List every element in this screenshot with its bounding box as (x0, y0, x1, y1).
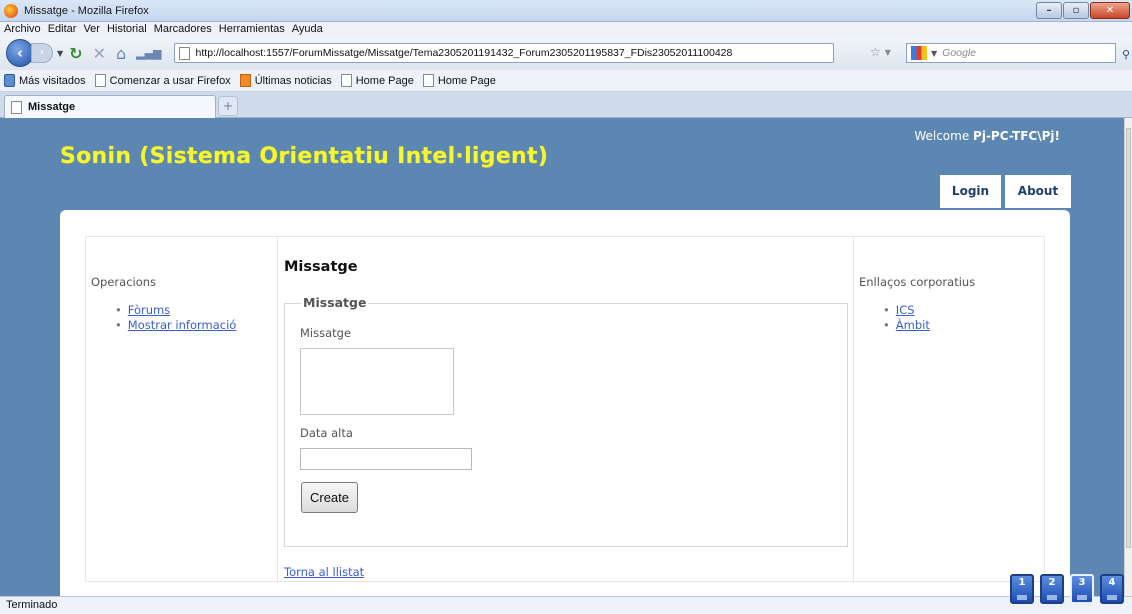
status-text: Terminado (6, 599, 58, 611)
about-link[interactable]: About (1005, 175, 1071, 208)
new-tab-button[interactable]: + (218, 96, 238, 116)
enllacos-heading: Enllaços corporatius (859, 275, 976, 289)
page-icon (178, 46, 190, 60)
bookmark-home-page-2[interactable]: Home Page (422, 74, 496, 87)
search-box[interactable]: ▼ Google (906, 43, 1116, 63)
stop-icon[interactable]: ✕ (93, 44, 106, 63)
menu-archivo[interactable]: Archivo (4, 23, 41, 35)
page-viewport: Welcome Pj-PC-TFC\Pj! Sonin (Sistema Ori… (0, 118, 1124, 596)
address-bar[interactable]: http://localhost:1557/ForumMissatge/Miss… (173, 43, 834, 63)
bookmark-star-area: ☆ ▼ (870, 45, 891, 59)
bookmark-label: Comenzar a usar Firefox (109, 74, 231, 87)
menu-herramientas[interactable]: Herramientas (219, 23, 285, 35)
vertical-scrollbar[interactable] (1124, 118, 1132, 596)
main-column: Missatge Missatge Missatge Data alta Cre… (278, 237, 853, 583)
minimize-button[interactable]: – (1036, 2, 1062, 19)
welcome-prefix: Welcome (914, 129, 974, 143)
google-icon[interactable] (911, 46, 927, 60)
desktop-2-button[interactable]: 2 (1040, 574, 1064, 604)
rss-icon (239, 74, 251, 87)
window-title-bar: Missatge - Mozilla Firefox – ▫ ✕ (0, 0, 1132, 22)
tab-label: Missatge (28, 101, 76, 113)
desktop-4-button[interactable]: 4 (1100, 574, 1124, 604)
list-item: ICS (883, 303, 930, 318)
desktop-switcher: 1 2 3 4 (1010, 574, 1124, 604)
menu-editar[interactable]: Editar (48, 23, 77, 35)
page-icon (340, 74, 352, 87)
desktop-3-button[interactable]: 3 (1070, 574, 1094, 604)
content-grid: Operacions Fòrums Mostrar informació Mis… (85, 236, 1045, 583)
window-title: Missatge - Mozilla Firefox (24, 4, 149, 17)
reload-icon[interactable]: ↻ (69, 44, 82, 63)
tab-missatge[interactable]: Missatge (4, 95, 216, 118)
bookmark-home-page-1[interactable]: Home Page (340, 74, 414, 87)
operacions-list: Fòrums Mostrar informació (115, 303, 237, 333)
operacions-heading: Operacions (91, 275, 157, 289)
right-sidebar: Enllaços corporatius ICS Àmbit (853, 237, 1045, 583)
bookmark-comenzar[interactable]: Comenzar a usar Firefox (94, 74, 231, 87)
menu-ayuda[interactable]: Ayuda (292, 23, 323, 35)
welcome-suffix: ! (1054, 129, 1060, 143)
search-engine-dropdown-icon[interactable]: ▼ (931, 49, 937, 58)
left-sidebar: Operacions Fòrums Mostrar informació (86, 237, 278, 583)
page-title: Missatge (284, 259, 358, 275)
menu-ver[interactable]: Ver (83, 23, 100, 35)
missatge-label: Missatge (300, 326, 352, 340)
status-bar: Terminado (0, 596, 1132, 614)
window-controls: – ▫ ✕ (1036, 2, 1130, 19)
missatge-fieldset: Missatge Missatge Data alta Create (284, 295, 848, 547)
maximize-button[interactable]: ▫ (1063, 2, 1089, 19)
menu-bar: Archivo Editar Ver Historial Marcadores … (0, 22, 1132, 36)
mostrar-informacio-link[interactable]: Mostrar informació (128, 318, 237, 332)
search-icon[interactable]: ⚲ (1122, 48, 1130, 61)
close-button[interactable]: ✕ (1090, 2, 1130, 19)
scrollbar-thumb[interactable] (1126, 128, 1131, 548)
page-icon (11, 100, 22, 114)
list-item: Fòrums (115, 303, 236, 318)
signal-bars-icon: ▂▄▆ (136, 46, 162, 60)
enllacos-list: ICS Àmbit (883, 303, 930, 333)
search-placeholder[interactable]: Google (942, 47, 976, 59)
ics-link[interactable]: ICS (896, 303, 915, 317)
bookmark-label: Home Page (437, 74, 496, 87)
welcome-message: Welcome Pj-PC-TFC\Pj! (914, 129, 1060, 143)
ambit-link[interactable]: Àmbit (896, 318, 930, 332)
bookmark-label: Últimas noticias (254, 74, 332, 87)
top-menu: Login About (940, 175, 1071, 208)
star-icon[interactable]: ☆ (870, 45, 881, 59)
page-icon (422, 74, 434, 87)
url-text[interactable]: http://localhost:1557/ForumMissatge/Miss… (196, 47, 733, 59)
forums-link[interactable]: Fòrums (128, 303, 170, 317)
folder-icon (4, 74, 15, 87)
data-alta-input[interactable] (300, 448, 472, 470)
welcome-user: Pj-PC-TFC\Pj (973, 129, 1055, 143)
create-button[interactable]: Create (301, 482, 358, 513)
torna-al-llistat-link[interactable]: Torna al llistat (284, 565, 364, 579)
page-icon (94, 74, 106, 87)
bookmarks-toolbar: Más visitados Comenzar a usar Firefox Úl… (0, 70, 1132, 92)
list-item: Àmbit (883, 318, 930, 333)
login-link[interactable]: Login (940, 175, 1001, 208)
bookmark-ultimas-noticias[interactable]: Últimas noticias (239, 74, 332, 87)
firefox-icon (4, 3, 18, 18)
bookmark-label: Más visitados (19, 74, 86, 87)
site-title: Sonin (Sistema Orientatiu Intel·ligent) (60, 144, 549, 169)
home-icon[interactable]: ⌂ (116, 44, 126, 63)
tab-bar: Missatge + (0, 92, 1132, 118)
history-dropdown-icon[interactable]: ▼ (57, 49, 63, 58)
bookmark-mas-visitados[interactable]: Más visitados (4, 74, 86, 87)
menu-marcadores[interactable]: Marcadores (154, 23, 212, 35)
bookmark-label: Home Page (355, 74, 414, 87)
missatge-textarea[interactable] (300, 348, 454, 415)
page-content: Operacions Fòrums Mostrar informació Mis… (60, 210, 1070, 596)
menu-historial[interactable]: Historial (107, 23, 147, 35)
navigation-toolbar: ‹ › ▼ ↻ ✕ ⌂ ▂▄▆ http://localhost:1557/Fo… (0, 36, 1132, 70)
back-button[interactable]: ‹ (6, 39, 34, 67)
forward-button[interactable]: › (31, 43, 53, 63)
data-alta-label: Data alta (300, 426, 353, 440)
fieldset-legend: Missatge (301, 295, 369, 310)
url-dropdown-icon[interactable]: ▼ (885, 48, 891, 57)
list-item: Mostrar informació (115, 318, 237, 333)
desktop-1-button[interactable]: 1 (1010, 574, 1034, 604)
